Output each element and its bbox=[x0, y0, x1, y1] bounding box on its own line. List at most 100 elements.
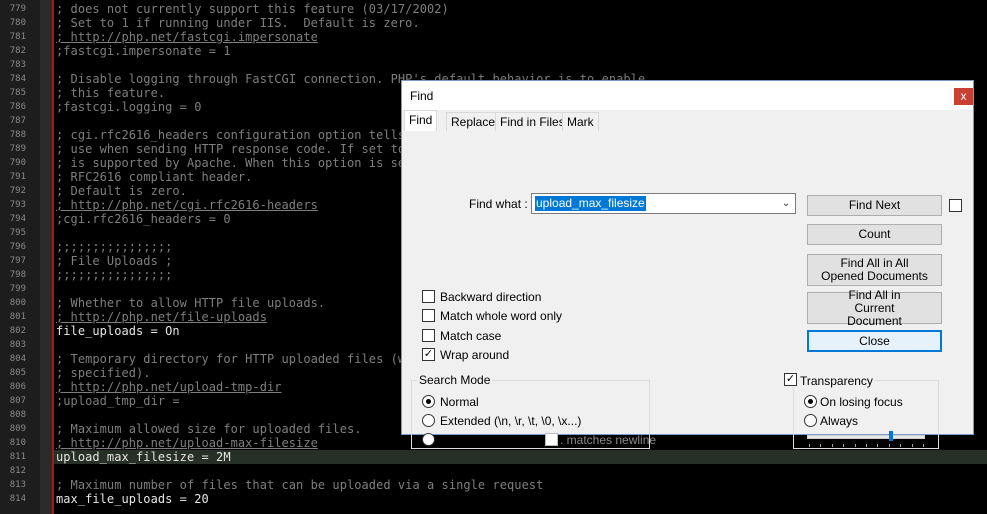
line-number: 807 bbox=[9, 396, 26, 406]
line-number: 781 bbox=[9, 32, 26, 42]
match-case-label[interactable]: Match case bbox=[440, 329, 501, 343]
close-icon[interactable]: x bbox=[954, 88, 973, 105]
dot-newline-label: . matches newline bbox=[560, 433, 657, 447]
code-line-link[interactable]: ; http://php.net/upload-tmp-dir bbox=[56, 380, 282, 394]
transparency-label[interactable]: Transparency bbox=[798, 374, 875, 388]
line-number: 796 bbox=[9, 242, 26, 252]
wrap-around-checkbox[interactable]: ✓ bbox=[422, 348, 435, 361]
extended-label[interactable]: Extended (\n, \r, \t, \0, \x...) bbox=[440, 414, 581, 428]
line-number: 813 bbox=[9, 480, 26, 490]
transparency-slider-thumb[interactable] bbox=[889, 431, 893, 441]
slider-tick bbox=[809, 444, 810, 447]
backward-direction-label[interactable]: Backward direction bbox=[440, 290, 541, 304]
match-whole-word-label[interactable]: Match whole word only bbox=[440, 309, 562, 323]
code-line: ; this feature. bbox=[56, 86, 166, 100]
find-what-value[interactable]: upload_max_filesize bbox=[535, 196, 646, 211]
line-number: 779 bbox=[9, 4, 26, 14]
code-line: ; Set to 1 if running under IIS. Default… bbox=[56, 16, 420, 30]
wrap-around-label[interactable]: Wrap around bbox=[440, 348, 509, 362]
find-tab-panel: Find what : upload_max_filesize ⌄ Find N… bbox=[404, 131, 971, 449]
match-case-checkbox[interactable] bbox=[422, 329, 435, 342]
code-line: ; File Uploads ; bbox=[56, 254, 173, 268]
line-number: 783 bbox=[9, 60, 26, 70]
code-line: ;upload_tmp_dir = bbox=[56, 394, 180, 408]
regex-label[interactable]: Regular expression bbox=[440, 433, 543, 447]
line-number: 810 bbox=[9, 438, 26, 448]
transparency-checkbox[interactable]: ✓ bbox=[784, 373, 797, 386]
code-line-link[interactable]: ; http://php.net/cgi.rfc2616-headers bbox=[56, 198, 318, 212]
extended-radio[interactable] bbox=[422, 414, 435, 427]
code-line-link[interactable]: ; http://php.net/file-uploads bbox=[56, 310, 267, 324]
line-number: 806 bbox=[9, 382, 26, 392]
find-next-button[interactable]: Find Next bbox=[807, 195, 942, 216]
line-number: 805 bbox=[9, 368, 26, 378]
margin-edge-line bbox=[52, 0, 54, 514]
tab-replace[interactable]: Replace bbox=[446, 112, 501, 131]
on-losing-focus-label[interactable]: On losing focus bbox=[820, 395, 903, 409]
line-number: 800 bbox=[9, 298, 26, 308]
tab-find[interactable]: Find bbox=[404, 110, 438, 132]
find-dialog: Find x Find Replace Find in Files Mark F… bbox=[401, 80, 974, 449]
backward-direction-checkbox[interactable] bbox=[422, 290, 435, 303]
dialog-titlebar[interactable]: Find x bbox=[402, 81, 973, 110]
find-all-opened-button[interactable]: Find All in All Opened Documents bbox=[807, 254, 942, 286]
code-line: ; RFC2616 compliant header. bbox=[56, 170, 253, 184]
find-next-option-checkbox[interactable] bbox=[949, 199, 962, 212]
slider-tick bbox=[911, 444, 913, 447]
normal-label[interactable]: Normal bbox=[440, 395, 479, 409]
slider-tick bbox=[866, 444, 867, 447]
code-line: file_uploads = On bbox=[56, 324, 180, 338]
code-line: ;cgi.rfc2616_headers = 0 bbox=[56, 212, 231, 226]
line-number: 782 bbox=[9, 46, 26, 56]
code-line: max_file_uploads = 20 bbox=[56, 492, 209, 506]
code-line: ;;;;;;;;;;;;;;;; bbox=[56, 268, 173, 282]
normal-radio[interactable] bbox=[422, 395, 435, 408]
code-line: upload_max_filesize = 2M bbox=[56, 450, 231, 464]
search-mode-title: Search Mode bbox=[417, 373, 493, 387]
code-line: ; Maximum allowed size for uploaded file… bbox=[56, 422, 362, 436]
code-line: ; Whether to allow HTTP file uploads. bbox=[56, 296, 326, 310]
line-number: 780 bbox=[9, 18, 26, 28]
line-number: 791 bbox=[9, 172, 26, 182]
transparency-slider[interactable] bbox=[807, 435, 925, 439]
chevron-down-icon[interactable]: ⌄ bbox=[779, 197, 793, 211]
code-line-link[interactable]: ; http://php.net/upload-max-filesize bbox=[56, 436, 318, 450]
slider-tick bbox=[843, 444, 845, 447]
code-line: ; cgi.rfc2616_headers configuration opti… bbox=[56, 128, 435, 142]
line-number: 795 bbox=[9, 228, 26, 238]
code-line: ; specified). bbox=[56, 366, 151, 380]
line-number: 814 bbox=[9, 494, 26, 504]
line-number: 785 bbox=[9, 88, 26, 98]
tab-find-in-files[interactable]: Find in Files bbox=[495, 112, 570, 131]
slider-tick bbox=[831, 444, 833, 447]
code-line: ; Maximum number of files that can be up… bbox=[56, 478, 544, 492]
line-number: 793 bbox=[9, 200, 26, 210]
on-losing-focus-radio[interactable] bbox=[804, 395, 817, 408]
slider-tick bbox=[900, 444, 902, 447]
count-button[interactable]: Count bbox=[807, 224, 942, 245]
line-number: 812 bbox=[9, 466, 26, 476]
code-line: ; Default is zero. bbox=[56, 184, 187, 198]
line-number-gutter: 779 780 781 782 783 784 785 786 787 788 789 790 791 7… bbox=[0, 0, 40, 514]
always-radio[interactable] bbox=[804, 414, 817, 427]
code-line: ; does not currently support this featur… bbox=[56, 2, 449, 16]
regex-radio[interactable] bbox=[422, 433, 435, 446]
match-whole-word-checkbox[interactable] bbox=[422, 309, 435, 322]
line-number: 786 bbox=[9, 102, 26, 112]
slider-tick bbox=[923, 444, 924, 447]
always-label[interactable]: Always bbox=[820, 414, 858, 428]
line-number: 811 bbox=[9, 452, 26, 462]
line-number: 788 bbox=[9, 130, 26, 140]
slider-tick bbox=[888, 444, 890, 447]
find-what-combobox[interactable]: upload_max_filesize ⌄ bbox=[531, 193, 796, 214]
find-all-current-button[interactable]: Find All in Current Document bbox=[807, 288, 942, 327]
line-number: 801 bbox=[9, 312, 26, 322]
find-what-label: Find what : bbox=[469, 197, 528, 211]
line-number: 790 bbox=[9, 158, 26, 168]
line-number: 799 bbox=[9, 284, 26, 294]
close-button[interactable]: Close bbox=[807, 330, 942, 352]
code-line-link[interactable]: ; http://php.net/fastcgi.impersonate bbox=[56, 30, 318, 44]
line-number: 789 bbox=[9, 144, 26, 154]
dot-newline-checkbox[interactable] bbox=[545, 433, 558, 446]
tab-mark[interactable]: Mark bbox=[562, 112, 599, 131]
